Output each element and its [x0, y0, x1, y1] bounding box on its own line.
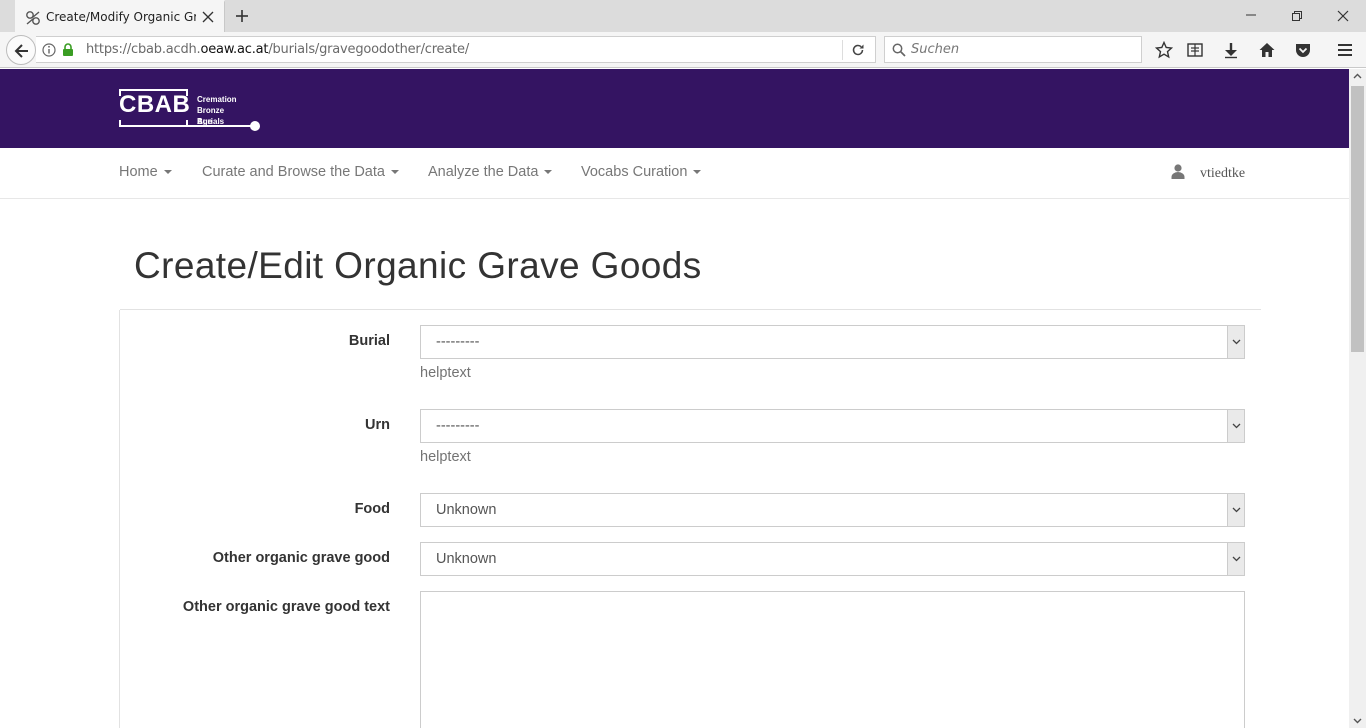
site-header: CBAB Cremation Bronze Age Burials [0, 69, 1349, 148]
nav-home[interactable]: Home [119, 164, 172, 180]
tab-title: Create/Modify Organic Grave Goods [46, 10, 196, 24]
search-input[interactable]: Suchen [911, 42, 959, 57]
title-divider [120, 309, 1261, 310]
url-path: /burials/gravegoodother/create/ [268, 42, 469, 57]
burial-select[interactable]: --------- [420, 325, 1245, 359]
chevron-down-icon [1232, 556, 1241, 562]
burial-dropdown-button[interactable] [1227, 326, 1244, 358]
user-icon [1171, 164, 1185, 179]
minimize-icon [1246, 14, 1256, 16]
new-tab-icon[interactable] [234, 8, 250, 24]
reload-icon[interactable] [851, 43, 865, 57]
nav-analyze-label: Analyze the Data [428, 164, 539, 180]
chevron-down-icon [1232, 507, 1241, 513]
food-select[interactable]: Unknown [420, 493, 1245, 527]
scroll-down-arrow-icon[interactable] [1353, 718, 1362, 724]
burial-help: helptext [420, 365, 471, 381]
close-icon [1337, 10, 1349, 22]
burial-select-value: --------- [436, 334, 480, 350]
chevron-down-icon [1232, 423, 1241, 429]
url-domain: oeaw.ac.at [200, 42, 269, 57]
logo-frame-icon [119, 89, 260, 131]
back-arrow-icon [14, 44, 28, 58]
home-icon[interactable] [1258, 41, 1276, 59]
urn-select[interactable]: --------- [420, 409, 1245, 443]
page-viewport: CBAB Cremation Bronze Age Burials Home C… [0, 69, 1349, 728]
url-divider [842, 40, 843, 60]
url-text[interactable]: https://cbab.acdh.oeaw.ac.at/burials/gra… [86, 42, 469, 57]
burial-label: Burial [348, 333, 390, 349]
reader-list-icon[interactable] [1186, 41, 1204, 59]
nav-vocabs-label: Vocabs Curation [581, 164, 688, 180]
nav-vocabs[interactable]: Vocabs Curation [581, 164, 702, 180]
caret-down-icon [544, 170, 553, 175]
search-bar[interactable]: Suchen [884, 36, 1142, 63]
user-menu[interactable]: vtiedtke [1171, 164, 1245, 184]
browser-toolbar: https://cbab.acdh.oeaw.ac.at/burials/gra… [0, 32, 1366, 68]
nav-analyze[interactable]: Analyze the Data [428, 164, 553, 180]
urn-dropdown-button[interactable] [1227, 410, 1244, 442]
info-icon[interactable] [42, 43, 56, 57]
urn-select-value: --------- [436, 418, 480, 434]
other-grave-good-text-label: Other organic grave good text [182, 599, 390, 615]
urn-label: Urn [365, 417, 390, 433]
search-icon [892, 43, 906, 57]
restore-icon [1292, 11, 1302, 21]
caret-down-icon [163, 170, 172, 175]
url-bar[interactable]: https://cbab.acdh.oeaw.ac.at/burials/gra… [36, 36, 876, 63]
site-favicon-icon [26, 11, 40, 25]
food-select-value: Unknown [436, 502, 497, 518]
scroll-up-arrow-icon[interactable] [1353, 73, 1362, 79]
food-label: Food [354, 501, 390, 517]
bookmark-star-icon[interactable] [1155, 41, 1173, 59]
form-panel-border [119, 310, 120, 728]
pocket-icon[interactable] [1294, 41, 1312, 59]
other-grave-good-select[interactable]: Unknown [420, 542, 1245, 576]
menu-hamburger-icon[interactable] [1336, 41, 1354, 59]
logo-sub-3: Burials [197, 117, 225, 126]
back-button[interactable] [6, 35, 36, 65]
restore-button[interactable] [1274, 0, 1320, 32]
page-scrollbar[interactable] [1349, 69, 1366, 728]
nav-curate-label: Curate and Browse the Data [202, 164, 385, 180]
url-prefix: https://cbab.acdh. [86, 42, 201, 57]
close-tab-icon[interactable] [202, 11, 214, 23]
nav-curate-browse[interactable]: Curate and Browse the Data [202, 164, 399, 180]
page-title: Create/Edit Organic Grave Goods [134, 245, 702, 286]
logo-sub-1: Cremation [197, 95, 237, 104]
other-grave-good-select-value: Unknown [436, 551, 497, 567]
close-window-button[interactable] [1320, 0, 1366, 32]
user-name: vtiedtke [1200, 166, 1246, 181]
other-grave-good-label: Other organic grave good [212, 550, 390, 566]
site-navbar: Home Curate and Browse the Data Analyze … [0, 148, 1349, 199]
minimize-button[interactable] [1228, 0, 1274, 32]
scrollbar-thumb[interactable] [1351, 86, 1364, 352]
nav-home-label: Home [119, 164, 158, 180]
browser-tab-bar: Create/Modify Organic Grave Goods [0, 0, 1366, 32]
browser-tab[interactable]: Create/Modify Organic Grave Goods [15, 0, 225, 32]
chevron-down-icon [1232, 339, 1241, 345]
lock-icon[interactable] [62, 43, 74, 57]
other-grave-good-dropdown-button[interactable] [1227, 543, 1244, 575]
caret-down-icon [390, 170, 399, 175]
caret-down-icon [693, 170, 702, 175]
other-grave-good-textarea[interactable] [420, 591, 1245, 728]
download-icon[interactable] [1222, 41, 1240, 59]
urn-help: helptext [420, 449, 471, 465]
food-dropdown-button[interactable] [1227, 494, 1244, 526]
